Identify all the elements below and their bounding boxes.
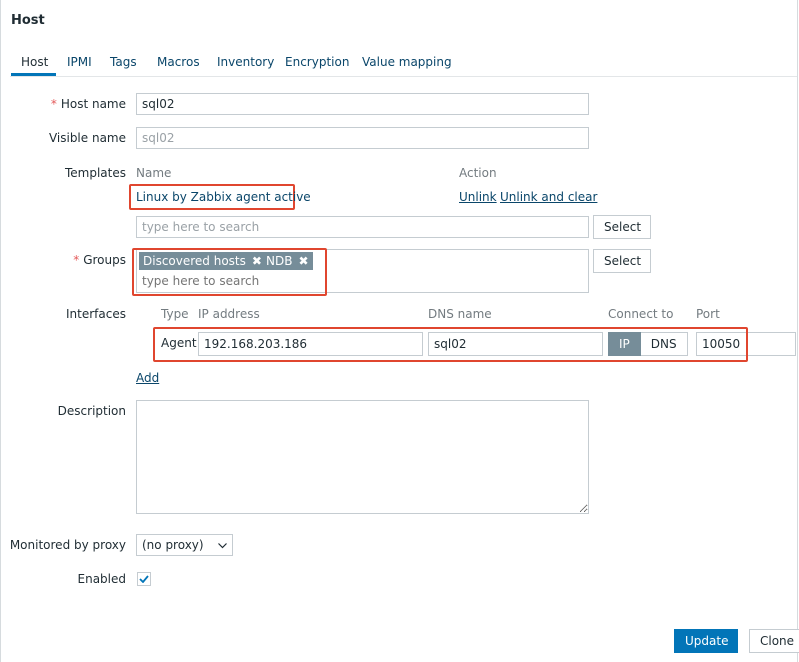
host-name-input[interactable] bbox=[136, 93, 589, 115]
visible-name-label: Visible name bbox=[48, 131, 126, 145]
tab-tags[interactable]: Tags bbox=[110, 55, 137, 69]
templates-action-header: Action bbox=[459, 166, 497, 180]
left-frame-border bbox=[0, 0, 1, 662]
tab-inventory[interactable]: Inventory bbox=[217, 55, 274, 69]
tab-value-mapping[interactable]: Value mapping bbox=[362, 55, 452, 69]
required-marker: * bbox=[50, 97, 57, 111]
groups-highlight-box bbox=[132, 248, 327, 296]
add-interface-link[interactable]: Add bbox=[136, 371, 159, 385]
enabled-label: Enabled bbox=[77, 572, 127, 586]
clone-button[interactable]: Clone bbox=[749, 629, 799, 653]
template-select-button[interactable]: Select bbox=[593, 215, 651, 239]
proxy-select[interactable]: (no proxy) bbox=[136, 534, 233, 556]
interface-dns-header: DNS name bbox=[428, 307, 492, 321]
interfaces-label: Interfaces bbox=[66, 307, 126, 321]
host-name-label: * Host name bbox=[50, 97, 126, 111]
interface-type-header: Type bbox=[161, 307, 189, 321]
right-frame-border bbox=[797, 0, 798, 662]
proxy-selected-value: (no proxy) bbox=[142, 538, 204, 552]
tab-ipmi[interactable]: IPMI bbox=[67, 55, 92, 69]
proxy-label: Monitored by proxy bbox=[9, 538, 126, 552]
interface-ip-header: IP address bbox=[198, 307, 260, 321]
checkmark-icon bbox=[139, 572, 149, 586]
interface-connect-header: Connect to bbox=[608, 307, 674, 321]
tab-host[interactable]: Host bbox=[21, 55, 48, 69]
tab-encryption[interactable]: Encryption bbox=[285, 55, 349, 69]
page-title: Host bbox=[11, 13, 45, 28]
tabs-divider bbox=[10, 76, 797, 77]
template-link-linux-agent-active[interactable]: Linux by Zabbix agent active bbox=[136, 190, 311, 204]
description-label: Description bbox=[57, 404, 126, 418]
interface-highlight-box bbox=[153, 327, 748, 362]
visible-name-input[interactable] bbox=[136, 127, 589, 149]
chevron-down-icon bbox=[218, 535, 227, 555]
interface-port-header: Port bbox=[696, 307, 720, 321]
groups-label: * Groups bbox=[73, 253, 126, 267]
update-button[interactable]: Update bbox=[674, 629, 738, 653]
group-select-button[interactable]: Select bbox=[593, 249, 651, 273]
enabled-checkbox[interactable] bbox=[137, 572, 151, 586]
description-textarea[interactable] bbox=[136, 400, 589, 514]
templates-name-header: Name bbox=[136, 166, 172, 180]
required-marker: * bbox=[73, 253, 80, 267]
unlink-link[interactable]: Unlink bbox=[459, 190, 497, 204]
template-search-input[interactable] bbox=[136, 216, 589, 238]
unlink-and-clear-link[interactable]: Unlink and clear bbox=[500, 190, 597, 204]
templates-label: Templates bbox=[64, 166, 126, 180]
tab-macros[interactable]: Macros bbox=[157, 55, 200, 69]
